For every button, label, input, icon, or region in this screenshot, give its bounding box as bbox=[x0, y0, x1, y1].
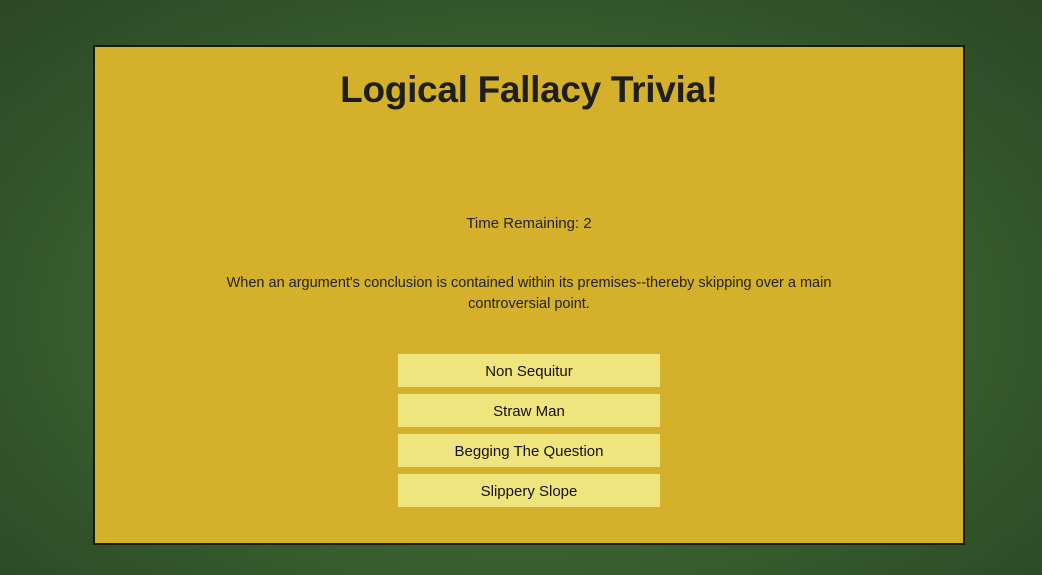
question-text: When an argument's conclusion is contain… bbox=[226, 275, 832, 312]
answer-button-straw-man[interactable]: Straw Man bbox=[398, 394, 660, 427]
answer-list: Non Sequitur Straw Man Begging The Quest… bbox=[398, 354, 660, 514]
answer-button-begging-the-question[interactable]: Begging The Question bbox=[398, 434, 660, 467]
answer-button-slippery-slope[interactable]: Slippery Slope bbox=[398, 474, 660, 507]
answer-button-non-sequitur[interactable]: Non Sequitur bbox=[398, 354, 660, 387]
trivia-board: Logical Fallacy Trivia! Time Remaining: … bbox=[93, 45, 965, 545]
time-remaining: Time Remaining: 2 bbox=[466, 215, 592, 232]
page-title: Logical Fallacy Trivia! bbox=[340, 69, 718, 110]
